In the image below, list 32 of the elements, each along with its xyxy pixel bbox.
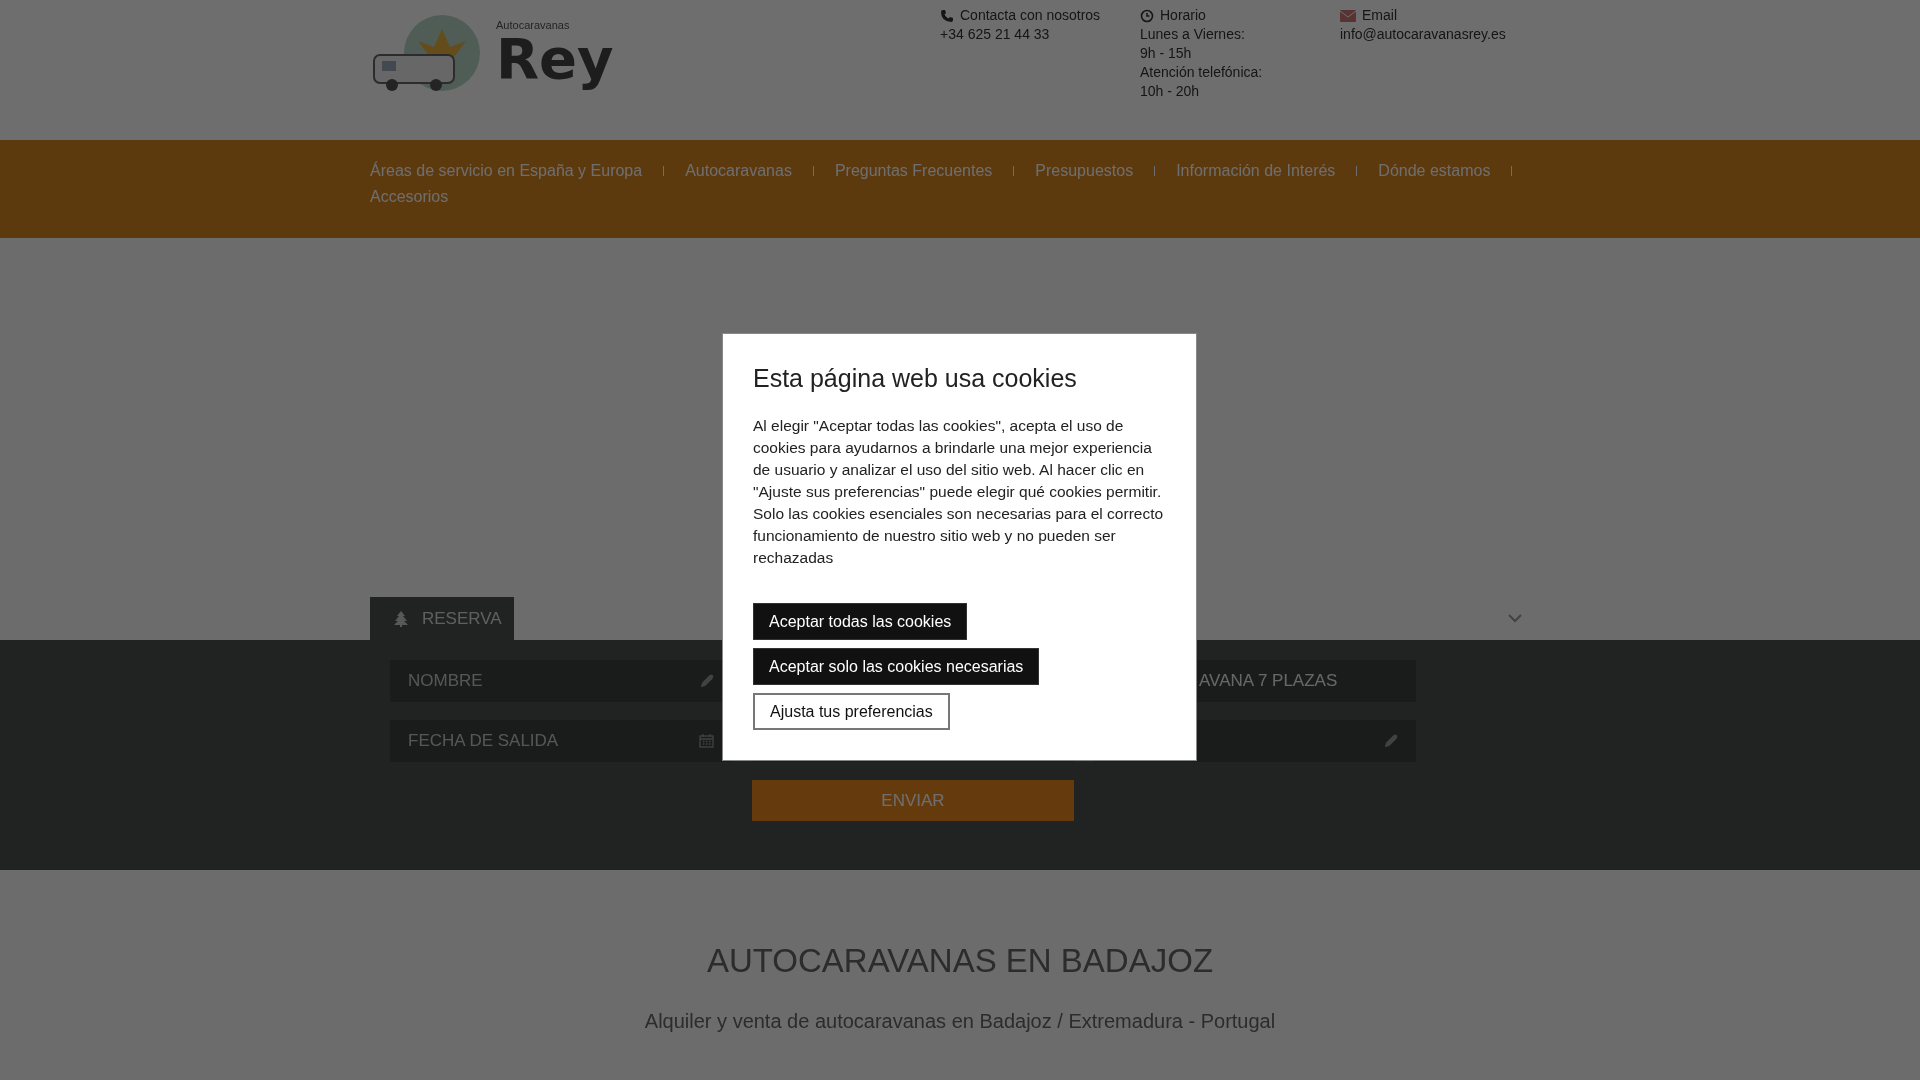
- phone-icon: [940, 8, 954, 23]
- contact-line: +34 625 21 44 33: [940, 25, 1051, 44]
- nav-link[interactable]: Información de Interés: [1176, 162, 1336, 180]
- contact-line: 10h - 20h: [1140, 82, 1201, 101]
- nav-link[interactable]: Dónde estamos: [1378, 162, 1491, 180]
- contact-title: Contacta con nosotros: [960, 6, 1101, 25]
- calendar-icon: [699, 734, 714, 748]
- clock-icon: [1140, 8, 1154, 23]
- dialog-text: Al elegir "Aceptar todas las cookies", acepta el uso de cookies para ayudarnos a brindarle una mejor experiencia de usuario y analizar el uso del sitio web. Al hacer clic en "Ajuste sus preferencias" puede elegir qué cookies permitir. Solo las cookies esenciales son necesarias para el correcto funcionamiento de nuestro sitio web y no pueden ser rechazadas: [753, 416, 1165, 568]
- nav-link[interactable]: Áreas de servicio en España y Europa: [370, 162, 643, 180]
- pencil-icon: [701, 674, 714, 687]
- nav-link[interactable]: Presupuestos: [1035, 162, 1134, 180]
- nav-link[interactable]: Autocaravanas: [685, 162, 792, 180]
- nav-link[interactable]: Accesorios: [370, 188, 449, 206]
- cookie-button[interactable]: Ajusta tus preferencias: [753, 693, 950, 730]
- contact-line: Atención telefónica:: [1140, 63, 1264, 82]
- cookie-button[interactable]: Aceptar solo las cookies necesarias: [753, 648, 1040, 685]
- envelope-icon: [1340, 9, 1356, 22]
- contact-title: Email: [1362, 6, 1397, 25]
- contact-line: Lunes a Viernes:: [1140, 25, 1246, 44]
- dialog-title: Esta página web usa cookies: [753, 364, 1078, 393]
- contact-line: 9h - 15h: [1140, 44, 1193, 63]
- logo-tagline: Autocaravanas: [496, 18, 571, 31]
- page-subheading: Alquiler y venta de autocaravanas en Badajoz / Extremadura - Portugal: [643, 1010, 1277, 1033]
- nav-link[interactable]: Preguntas Frecuentes: [834, 162, 993, 180]
- page-heading: AUTOCARAVANAS EN BADAJOZ: [705, 942, 1215, 980]
- cookie-button[interactable]: Aceptar todas las cookies: [753, 603, 968, 640]
- pencil-icon: [1385, 734, 1398, 747]
- contact-title: Horario: [1160, 6, 1206, 25]
- contact-line: info@autocaravanasrey.es: [1340, 25, 1507, 44]
- submit-button[interactable]: ENVIAR: [752, 780, 1074, 821]
- tree-icon: [394, 610, 408, 627]
